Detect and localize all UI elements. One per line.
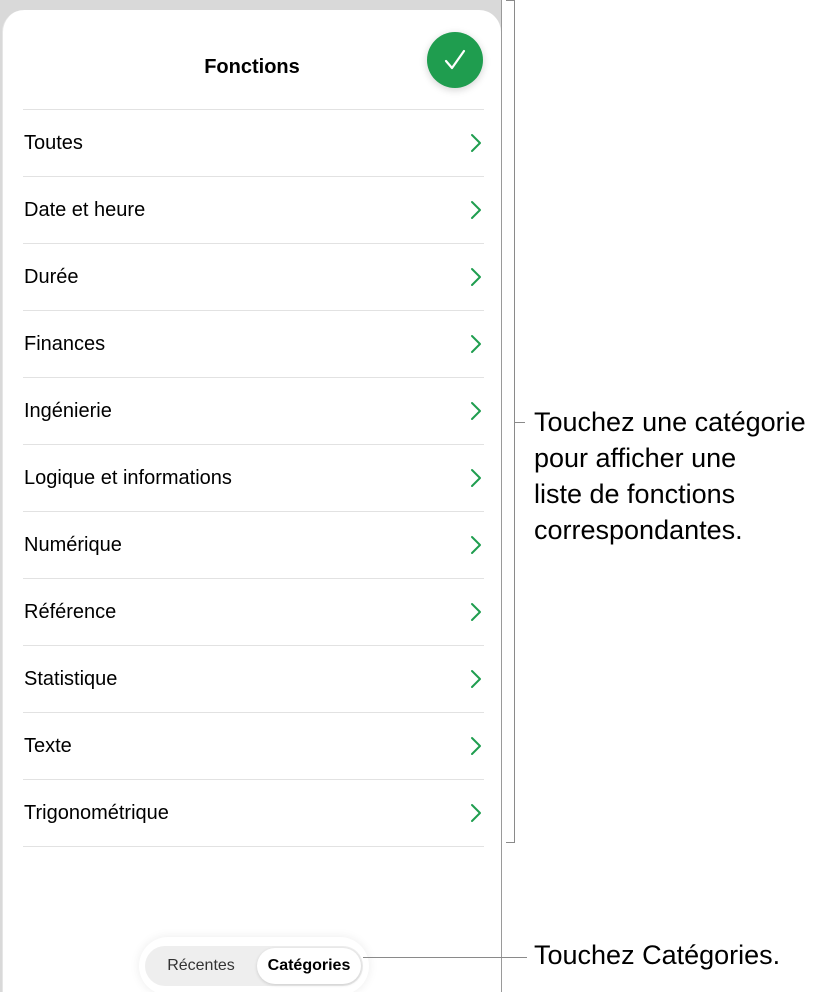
callout-bracket-tick	[515, 422, 525, 423]
chevron-right-icon	[471, 402, 481, 420]
chevron-right-icon	[471, 536, 481, 554]
list-item-label: Référence	[24, 601, 117, 623]
category-list: Toutes Date et heure Durée Finances Ingé…	[23, 109, 484, 847]
callout-line: pour afficher une	[534, 443, 737, 473]
list-item-label: Finances	[24, 333, 106, 355]
list-item-label: Ingénierie	[24, 400, 112, 422]
callout-line: liste de fonctions	[534, 479, 736, 509]
chevron-right-icon	[471, 201, 481, 219]
segment-recentes[interactable]: Récentes	[147, 948, 255, 984]
segmented-track: Récentes Catégories	[145, 946, 363, 986]
callout-bracket	[506, 0, 515, 843]
category-list-callout: Touchez une catégorie pour afficher une …	[534, 404, 806, 548]
list-item-label: Logique et informations	[24, 467, 232, 489]
list-item-label: Texte	[24, 735, 72, 757]
list-item-duree[interactable]: Durée	[23, 244, 484, 311]
chevron-right-icon	[471, 469, 481, 487]
list-item-label: Statistique	[24, 668, 118, 690]
segment-callout-line	[363, 957, 527, 958]
list-item-label: Numérique	[24, 534, 122, 556]
list-item-date-et-heure[interactable]: Date et heure	[23, 177, 484, 244]
segmented-control: Récentes Catégories	[139, 937, 369, 992]
list-item-finances[interactable]: Finances	[23, 311, 484, 378]
callout-line: correspondantes.	[534, 515, 743, 545]
segment-categories[interactable]: Catégories	[257, 948, 361, 984]
list-item-toutes[interactable]: Toutes	[23, 110, 484, 177]
done-button[interactable]	[427, 32, 483, 88]
checkmark-icon	[444, 49, 466, 70]
device-frame: Fonctions Toutes Date et heure Durée Fin…	[0, 0, 502, 992]
chevron-right-icon	[471, 335, 481, 353]
list-item-label: Trigonométrique	[24, 802, 169, 824]
list-item-trigonometrique[interactable]: Trigonométrique	[23, 780, 484, 847]
chevron-right-icon	[471, 670, 481, 688]
list-item-statistique[interactable]: Statistique	[23, 646, 484, 713]
chevron-right-icon	[471, 603, 481, 621]
chevron-right-icon	[471, 268, 481, 286]
list-item-texte[interactable]: Texte	[23, 713, 484, 780]
callout-line: Touchez une catégorie	[534, 407, 806, 437]
chevron-right-icon	[471, 134, 481, 152]
list-item-label: Durée	[24, 266, 79, 288]
list-item-label: Toutes	[24, 132, 83, 154]
list-item-ingenierie[interactable]: Ingénierie	[23, 378, 484, 445]
functions-sheet: Fonctions Toutes Date et heure Durée Fin…	[2, 10, 501, 992]
segment-callout: Touchez Catégories.	[534, 940, 781, 970]
chevron-right-icon	[471, 737, 481, 755]
chevron-right-icon	[471, 804, 481, 822]
list-item-logique-et-informations[interactable]: Logique et informations	[23, 445, 484, 512]
list-item-label: Date et heure	[24, 199, 146, 221]
list-item-reference[interactable]: Référence	[23, 579, 484, 646]
list-item-numerique[interactable]: Numérique	[23, 512, 484, 579]
